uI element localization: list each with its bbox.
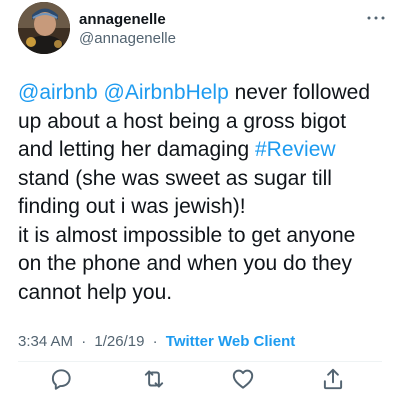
tweet-text-line: @airbnb @AirbnbHelp never followed — [18, 79, 392, 108]
like-icon — [232, 369, 254, 389]
user-handle[interactable]: @annagenelle — [79, 30, 176, 48]
tweet-text-segment: on the phone and when you do they — [18, 252, 352, 275]
tweet-client[interactable]: Twitter Web Client — [166, 333, 295, 350]
tweet-text-segment: finding out i was jewish)! — [18, 195, 246, 218]
tweet-text-line: up about a host being a gross bigot — [18, 108, 392, 137]
tweet-text-segment: it is almost impossible to get anyone — [18, 223, 356, 247]
like-button[interactable] — [230, 366, 256, 392]
avatar-image — [18, 2, 70, 54]
reply-button[interactable] — [48, 366, 74, 392]
tweet-time[interactable]: 3:34 AM — [18, 333, 73, 350]
share-icon — [323, 368, 343, 390]
tweet-text-line: stand (she was sweet as sugar till — [18, 165, 392, 194]
mention-link[interactable]: @airbnb — [18, 81, 98, 104]
tweet-text-segment: stand (she was sweet as sugar till — [18, 166, 332, 190]
mention-link[interactable]: @AirbnbHelp — [104, 81, 229, 104]
hashtag-link[interactable]: #Review — [255, 138, 336, 161]
tweet-text-line: on the phone and when you do they — [18, 250, 392, 279]
tweet-text-line: finding out i was jewish)! — [18, 193, 392, 222]
retweet-button[interactable] — [141, 366, 167, 392]
meta-separator: · — [152, 333, 158, 350]
more-icon — [367, 16, 385, 20]
tweet-text-segment: never followed — [228, 81, 371, 104]
more-button[interactable] — [364, 10, 388, 26]
share-button[interactable] — [320, 366, 346, 392]
retweet-icon — [144, 370, 164, 388]
reply-icon — [51, 369, 71, 390]
tweet-text-segment: and letting her damaging — [18, 138, 255, 161]
meta-separator: · — [81, 333, 87, 350]
tweet-date[interactable]: 1/26/19 — [94, 333, 144, 350]
tweet-text-line: it is almost impossible to get anyone — [18, 222, 392, 251]
divider — [18, 361, 382, 362]
tweet-text: @airbnb @AirbnbHelp never followed up abo… — [18, 79, 392, 307]
tweet-text-segment: cannot help you. — [18, 280, 173, 304]
tweet-meta: 3:34 AM · 1/26/19 · Twitter Web Client — [18, 333, 295, 350]
user-info: annagenelle @annagenelle — [79, 11, 176, 48]
avatar[interactable] — [18, 2, 70, 54]
tweet-text-line: and letting her damaging #Review — [18, 136, 392, 165]
tweet-text-line: cannot help you. — [18, 279, 392, 308]
tweet-text-segment: up about a host being a gross bigot — [18, 109, 347, 133]
tweet-card: annagenelle @annagenelle @airbnb @Airbnb… — [0, 0, 400, 401]
display-name[interactable]: annagenelle — [79, 11, 176, 29]
